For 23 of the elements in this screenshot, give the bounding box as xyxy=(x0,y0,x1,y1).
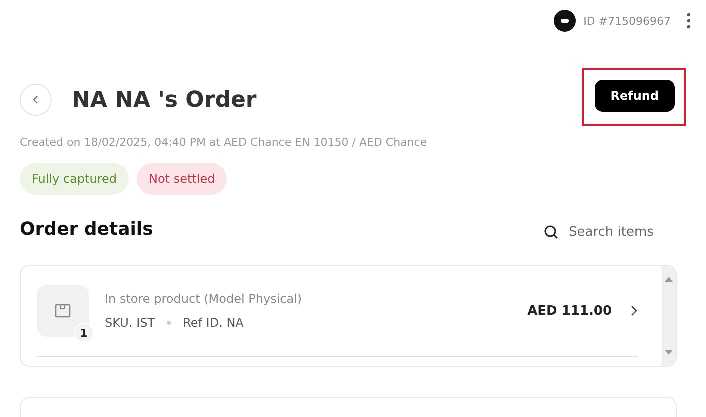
product-name: In store product (Model Physical) xyxy=(105,292,304,306)
section-heading: Order details xyxy=(20,219,154,240)
order-title: NA NA 's Order xyxy=(72,88,257,112)
scroll-down-icon[interactable] xyxy=(665,350,673,356)
chevron-left-icon xyxy=(32,95,40,105)
status-badge: Not settled xyxy=(136,163,228,195)
product-ref: Ref ID. NA xyxy=(183,316,244,330)
status-badge: Fully captured xyxy=(20,163,129,195)
scroll-up-icon[interactable] xyxy=(665,276,673,282)
account-id: ID #715096967 xyxy=(584,14,671,28)
search-icon xyxy=(544,225,559,240)
back-button[interactable] xyxy=(20,84,52,116)
product-price: AED 111.00 xyxy=(528,304,612,318)
more-options-icon[interactable] xyxy=(687,13,691,29)
chevron-right-icon[interactable] xyxy=(630,305,638,317)
product-sku: SKU. IST xyxy=(105,316,156,330)
order-subtitle: Created on 18/02/2025, 04:40 PM at AED Chance EN 10150 / AED Chance xyxy=(20,136,428,149)
quantity-badge: 1 xyxy=(74,323,94,343)
box-icon xyxy=(55,303,71,319)
refund-button[interactable]: Refund xyxy=(594,80,675,112)
avatar-icon[interactable] xyxy=(554,10,576,32)
separator-dot xyxy=(167,321,172,325)
scrollbar[interactable] xyxy=(662,266,676,366)
